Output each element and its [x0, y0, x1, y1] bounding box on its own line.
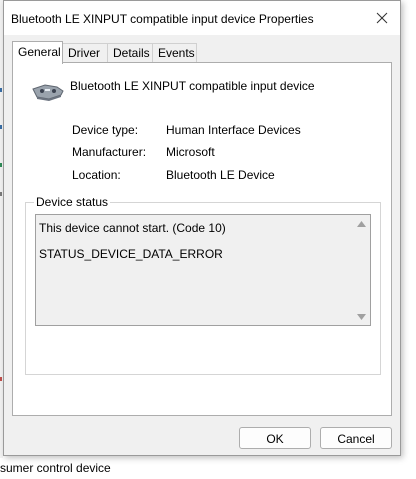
device-name: Bluetooth LE XINPUT compatible input dev…: [70, 79, 315, 93]
ok-button[interactable]: OK: [239, 427, 311, 449]
close-button[interactable]: [364, 1, 400, 35]
tab-general[interactable]: General: [12, 41, 63, 64]
location-value: Bluetooth LE Device: [166, 168, 275, 182]
device-type-label: Device type:: [72, 123, 139, 137]
scroll-down-button[interactable]: [353, 308, 370, 325]
background-accent-mark: [0, 192, 2, 196]
properties-dialog: Bluetooth LE XINPUT compatible input dev…: [3, 0, 401, 456]
status-code: STATUS_DEVICE_DATA_ERROR: [39, 247, 223, 261]
scroll-track[interactable]: [353, 232, 370, 308]
manufacturer-label: Manufacturer:: [72, 145, 147, 159]
scroll-up-arrow-icon: [357, 220, 366, 227]
manufacturer-value: Microsoft: [166, 145, 215, 159]
tab-events[interactable]: Events: [152, 43, 197, 62]
device-status-textbox[interactable]: This device cannot start. (Code 10) STAT…: [35, 214, 371, 326]
tab-driver[interactable]: Driver: [62, 43, 108, 62]
close-icon: [376, 12, 388, 24]
scroll-down-arrow-icon: [357, 313, 366, 320]
background-accent-mark: [0, 377, 2, 381]
cancel-button[interactable]: Cancel: [320, 427, 392, 449]
general-tab-panel: Bluetooth LE XINPUT compatible input dev…: [12, 62, 392, 416]
status-scrollbar[interactable]: [353, 215, 370, 325]
gamepad-device-icon: [32, 84, 64, 101]
device-type-value: Human Interface Devices: [166, 123, 301, 137]
tab-details[interactable]: Details: [107, 43, 153, 62]
dialog-title: Bluetooth LE XINPUT compatible input dev…: [11, 12, 314, 26]
background-device-label[interactable]: sumer control device: [0, 461, 111, 475]
background-accent-mark: [0, 125, 2, 129]
title-bar[interactable]: Bluetooth LE XINPUT compatible input dev…: [4, 1, 400, 35]
location-label: Location:: [72, 168, 121, 182]
background-accent-mark: [0, 88, 2, 92]
device-status-legend: Device status: [34, 195, 111, 209]
background-accent-mark: [0, 163, 2, 167]
device-status-group: Device status This device cannot start. …: [25, 195, 381, 375]
scroll-up-button[interactable]: [353, 215, 370, 232]
status-message: This device cannot start. (Code 10): [39, 221, 226, 235]
